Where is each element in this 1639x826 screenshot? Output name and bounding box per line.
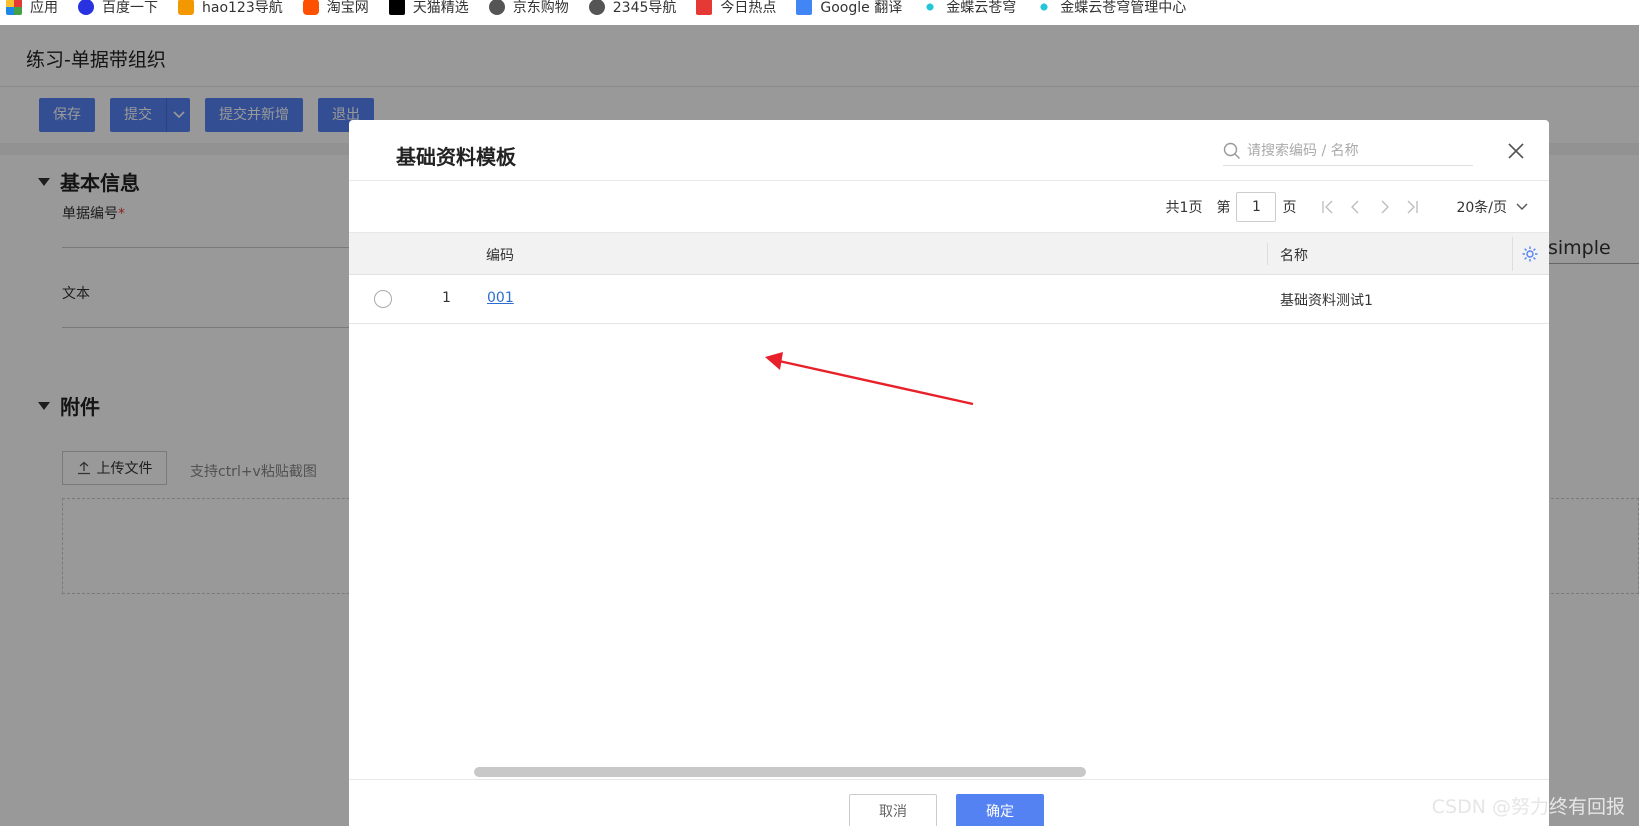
kingdee-icon [922,0,939,15]
last-page-icon[interactable] [1398,200,1426,214]
modal-footer: 取消 确定 [349,779,1549,826]
bookmark-kingdee[interactable]: 金蝶云苍穹 [922,0,1016,17]
column-divider[interactable] [1267,243,1268,265]
row-name: 基础资料测试1 [1280,293,1373,309]
basedata-select-modal: 基础资料模板 共1页 第 页 20条/页 编码 名称 1 001 [349,120,1549,826]
bookmark-baidu[interactable]: 百度一下 [78,0,158,17]
bookmark-toutiao[interactable]: 今日热点 [696,0,776,17]
modal-title: 基础资料模板 [396,145,516,169]
bookmark-tmall[interactable]: 天猫精选 [388,0,469,17]
bookmark-jd[interactable]: 京东购物 [488,0,569,17]
gear-icon[interactable] [1521,245,1539,263]
bookmark-2345[interactable]: 2345导航 [588,0,676,17]
globe-icon [588,0,605,15]
page-total: 共1页 [1165,199,1203,216]
bookmark-taobao[interactable]: 淘宝网 [302,0,369,17]
horizontal-scrollbar[interactable] [474,767,1086,777]
annotation-arrow-icon [765,352,974,406]
chevron-down-icon [1516,203,1528,210]
toutiao-icon [696,0,713,15]
page-size-select[interactable]: 20条/页 [1456,197,1529,217]
first-page-icon[interactable] [1314,200,1342,214]
bookmark-google-translate[interactable]: Google 翻译 [796,0,902,17]
hao123-icon [178,0,194,15]
row-index: 1 [442,290,451,306]
row-code-link[interactable]: 001 [487,290,514,306]
next-page-icon[interactable] [1370,200,1398,214]
tmall-icon [388,0,405,15]
search-box [1223,136,1473,166]
modal-header: 基础资料模板 [349,120,1549,181]
close-icon[interactable] [1506,141,1526,161]
table-row[interactable]: 1 001 基础资料测试1 [349,275,1549,324]
search-input[interactable] [1247,142,1467,159]
prev-page-icon[interactable] [1342,200,1370,214]
bookmark-kingdee-admin[interactable]: 金蝶云苍穹管理中心 [1036,0,1186,17]
baidu-icon [78,0,94,15]
kingdee-icon [1036,0,1053,15]
page-prefix: 第 [1216,199,1231,216]
search-icon[interactable] [1223,142,1241,160]
cancel-button[interactable]: 取消 [849,794,937,826]
pagination: 共1页 第 页 20条/页 [349,181,1549,232]
apps-icon [6,0,22,15]
globe-icon [488,0,505,15]
table-header: 编码 名称 [349,232,1549,275]
google-translate-icon [796,0,813,15]
watermark: CSDN @努力终有回报 [1431,796,1625,818]
bookmark-hao123[interactable]: hao123导航 [178,0,283,17]
column-header-name[interactable]: 名称 [1280,245,1308,265]
column-header-code[interactable]: 编码 [486,245,514,265]
taobao-icon [302,0,319,15]
bookmark-apps[interactable]: 应用 [6,0,58,17]
page-number-input[interactable] [1236,191,1277,222]
page-suffix: 页 [1282,199,1297,216]
confirm-button[interactable]: 确定 [956,794,1044,826]
bookmarks-bar: 应用 百度一下 hao123导航 淘宝网 天猫精选 京东购物 2345导航 今日… [0,0,1639,25]
page-size-value: 20条/页 [1456,199,1507,216]
column-divider [1512,237,1513,271]
row-radio[interactable] [374,290,392,308]
page-nav [1314,200,1426,214]
